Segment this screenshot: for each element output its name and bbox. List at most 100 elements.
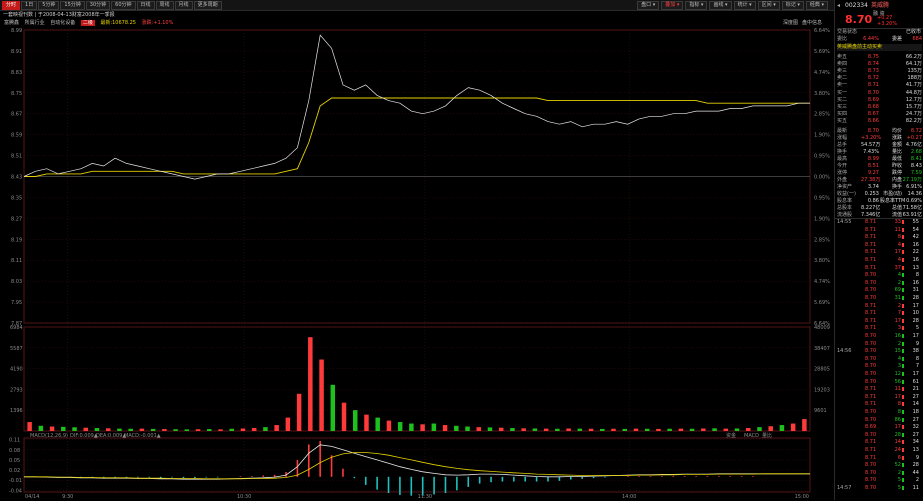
tick-volume: 14	[894, 439, 901, 446]
volume-bar	[678, 428, 684, 431]
tick-volume: 6	[897, 454, 901, 461]
tick-count: 27	[912, 416, 919, 423]
volume-bar	[274, 425, 279, 431]
period-tab-4[interactable]: 30分钟	[85, 1, 111, 10]
stat-value-2: 27.19万	[902, 177, 922, 183]
volume-tick-label: 2793	[10, 387, 23, 393]
macd-subtab-2[interactable]: 量比	[762, 432, 772, 439]
tick-volume: 17	[894, 424, 901, 431]
tick-direction-icon	[902, 311, 904, 316]
tick-price: 8.71	[865, 439, 877, 446]
tick-volume: 8	[897, 409, 901, 415]
ask-price: 8.73	[867, 68, 879, 74]
ask-label: 卖三	[837, 68, 848, 74]
volume-bar	[420, 424, 425, 431]
tick-list[interactable]: 14:55 8.71 33 55 8.71 11 54 8.71 8 42 8.71 4 16 8.71 1…	[835, 218, 923, 501]
tick-count: 42	[912, 234, 919, 241]
tick-price: 8.70	[865, 409, 877, 415]
info-sector[interactable]: 富腾鑫	[4, 20, 19, 26]
panel-section-title[interactable]: 英威腾盘前主动买卖	[837, 44, 922, 51]
ask-price: 8.74	[867, 61, 879, 67]
macd-subtab-0[interactable]: 资金	[726, 432, 736, 439]
weibi-row: 委比 6.44% 委差 684	[837, 36, 923, 43]
tick-count: 9	[915, 340, 919, 347]
stat-label-2: 量比	[891, 149, 902, 155]
tick-direction-icon	[902, 379, 904, 384]
bid-label: 买二	[837, 97, 848, 103]
period-tab-3[interactable]: 15分钟	[60, 1, 85, 10]
intraday-info-button[interactable]: 盘中信息	[802, 20, 822, 26]
volume-bar	[409, 423, 414, 431]
tool-tab-0[interactable]: 盘口 ▾	[637, 1, 660, 10]
tick-price: 8.71	[865, 302, 877, 309]
volume-bar	[72, 427, 77, 431]
tick-direction-icon	[902, 326, 904, 331]
volume-right-tick-label: 48009	[814, 325, 830, 331]
tool-tab-1[interactable]: 叠加 ▾	[661, 1, 684, 10]
period-tab-1[interactable]: 1日	[21, 1, 38, 10]
period-tab-6[interactable]: 日线	[136, 1, 155, 10]
status-row: 交易状态 已收市	[837, 28, 923, 36]
stat-value-2: 8.41	[910, 156, 922, 162]
bid-price: 8.67	[867, 111, 879, 117]
tool-tab-7[interactable]: 经典 ▾	[805, 1, 828, 10]
tick-direction-icon	[902, 288, 904, 293]
volume-bar	[375, 417, 380, 431]
volume-bar	[195, 429, 201, 431]
volume-bar	[397, 422, 403, 431]
intraday-chart[interactable]: 8.99 6.64% 8.91 5.69% 8.83 4.74% 8.75 3.80% 8.67…	[0, 27, 834, 500]
volume-bar	[701, 428, 706, 431]
period-tab-2[interactable]: 5分钟	[38, 1, 60, 10]
tick-row: 8.70 28 27	[835, 432, 921, 439]
bid-label: 买三	[837, 104, 848, 110]
stat-value: 8.70	[867, 128, 879, 134]
tick-row: 8.70 69 31	[835, 287, 921, 294]
volume-bar	[150, 428, 156, 431]
tool-tab-6[interactable]: 标记 ▾	[781, 1, 804, 10]
volume-bar	[600, 428, 605, 431]
tool-tab-3[interactable]: 画线 ▾	[709, 1, 732, 10]
bid-price: 8.69	[867, 97, 879, 103]
time-tick-label: 15:00	[795, 494, 809, 500]
tick-volume: 2	[897, 340, 901, 347]
tool-tab-2[interactable]: 指标 ▾	[685, 1, 708, 10]
back-arrow-icon[interactable]: ◂	[837, 1, 840, 11]
ask-volume: 188万	[907, 75, 922, 81]
macd-tick-label: 0.08	[9, 448, 20, 454]
tick-count: 27	[912, 393, 919, 400]
tick-direction-icon	[902, 440, 904, 445]
stat-row: 净资产 3.74 换手 6.91%	[837, 184, 923, 191]
pct-tick-label: 4.74%	[814, 70, 830, 76]
period-tab-8[interactable]: 月线	[174, 1, 193, 10]
stat-row: 涨幅 +3.20% 涨跌 +0.27	[837, 135, 923, 142]
period-tab-9[interactable]: 更多周期	[193, 1, 222, 10]
pct-tick-label: 5.69%	[814, 300, 830, 306]
tick-count: 16	[912, 241, 919, 248]
stat-label-2: 股息率TTM	[880, 198, 906, 204]
volume-bar	[117, 428, 122, 431]
tick-price: 8.71	[865, 393, 877, 400]
volume-right-tick-label: 38407	[814, 346, 830, 352]
ask-price: 8.72	[867, 75, 879, 81]
period-tab-7[interactable]: 周线	[155, 1, 174, 10]
tick-volume: 11	[894, 386, 901, 393]
depth-button[interactable]: 深度图	[783, 20, 798, 26]
macd-subtab-1[interactable]: MACD	[744, 433, 759, 439]
period-tab-0[interactable]: 分时	[2, 1, 21, 10]
bid-volume: 12.7万	[905, 97, 922, 103]
pct-tick-label: 6.64%	[814, 28, 830, 34]
info-industry-name[interactable]: 自动化设备	[50, 20, 75, 26]
tool-tab-4[interactable]: 统计 ▾	[733, 1, 756, 10]
period-tab-5[interactable]: 60分钟	[111, 1, 136, 10]
tick-volume: 24	[894, 447, 901, 453]
macd-legend-dif: DIF:0.009▲	[70, 433, 98, 439]
price-tick-label: 8.51	[11, 154, 22, 160]
volume-bar	[734, 428, 740, 431]
tick-count: 18	[912, 409, 919, 415]
volume-bar	[768, 426, 773, 431]
tick-volume: 2	[897, 469, 901, 476]
weibi-label: 委比	[837, 36, 848, 42]
tool-tab-5[interactable]: 区间 ▾	[757, 1, 780, 10]
price-tick-label: 8.59	[11, 133, 22, 139]
tool-tabs: 盘口 ▾ 叠加 ▾ 指标 ▾ 画线 ▾ 统计 ▾ 区间 ▾ 标记 ▾ 经典 ▾	[637, 1, 828, 10]
